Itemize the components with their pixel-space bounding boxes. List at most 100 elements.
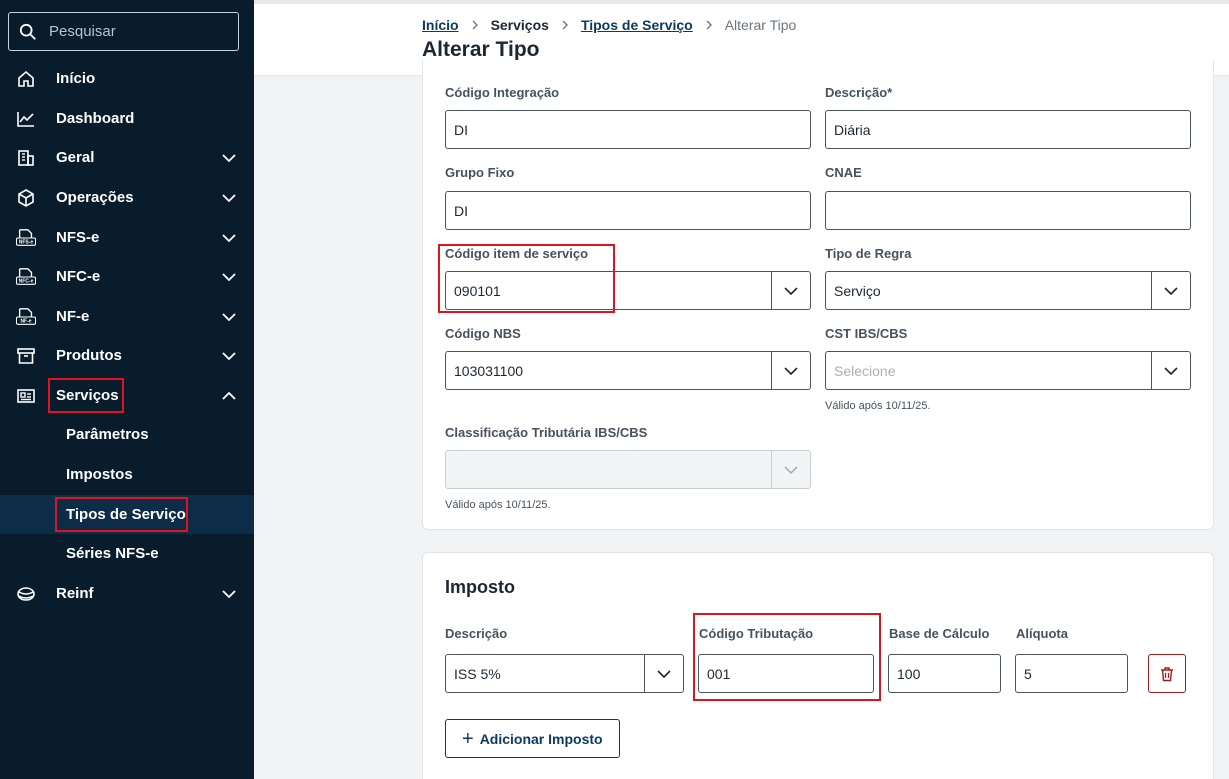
sidebar-subitem-label: Impostos (66, 466, 133, 483)
nfe-icon-text: NF-e (20, 318, 31, 324)
sidebar-item-dashboard[interactable]: Dashboard (0, 99, 254, 138)
chevron-down-icon[interactable] (1151, 272, 1190, 309)
breadcrumb-services: Serviços (490, 17, 549, 33)
chevron-down-icon (222, 153, 236, 162)
nfce-icon-text: NFC-e (19, 278, 34, 284)
chevron-right-icon (703, 19, 715, 31)
coins-icon (16, 584, 36, 604)
chevron-down-icon[interactable] (771, 352, 810, 389)
codigo-item-label: Código item de serviço (445, 246, 589, 261)
breadcrumb: Início Serviços Tipos de Serviço Alterar… (422, 17, 796, 33)
imposto-descricao-select[interactable]: ISS 5% (445, 654, 684, 693)
chevron-up-icon (222, 391, 236, 400)
building-icon (16, 148, 36, 168)
chevron-down-icon (222, 233, 236, 242)
chevron-right-icon (559, 19, 571, 31)
sidebar-item-label: Reinf (56, 585, 94, 602)
codigo-integracao-label: Código Integração (445, 85, 560, 100)
sidebar-item-nfse[interactable]: NFS-e NFS-e (0, 218, 254, 257)
cnae-input[interactable] (825, 191, 1191, 230)
sidebar-subitem-series-nfse[interactable]: Séries NFS-e (0, 534, 254, 573)
sidebar-item-reinf[interactable]: Reinf (0, 574, 254, 613)
breadcrumb-current: Alterar Tipo (724, 17, 797, 33)
sidebar-subitem-label: Tipos de Serviço (66, 506, 186, 523)
nfse-icon-text: NFS-e (19, 239, 34, 245)
sidebar-subitem-impostos[interactable]: Impostos (0, 455, 254, 494)
codigo-tributacao-input[interactable]: 001 (698, 654, 874, 693)
chevron-down-icon (222, 193, 236, 202)
codigo-integracao-input[interactable]: DI (445, 110, 811, 149)
chevron-down-icon (771, 451, 810, 488)
breadcrumb-home-link[interactable]: Início (422, 17, 459, 33)
sidebar-item-label: NFS-e (56, 229, 100, 246)
archive-icon (16, 346, 36, 366)
nfe-document-icon: NF-e (16, 307, 36, 327)
add-imposto-button[interactable]: + Adicionar Imposto (445, 719, 620, 758)
sidebar-item-nfe[interactable]: NF-e NF-e (0, 297, 254, 336)
descricao-label: Descrição* (825, 85, 893, 100)
codigo-nbs-select[interactable]: 103031100 (445, 351, 811, 390)
sidebar-item-label: Serviços (56, 387, 119, 404)
cst-label: CST IBS/CBS (825, 326, 908, 341)
codigo-integracao-value: DI (454, 121, 468, 138)
nfce-document-icon: NFC-e (16, 267, 36, 287)
chevron-down-icon (222, 272, 236, 281)
box-icon (16, 188, 36, 208)
chevron-down-icon[interactable] (644, 655, 683, 692)
sidebar-item-nfce[interactable]: NFC-e NFC-e (0, 257, 254, 296)
classificacao-select[interactable] (445, 450, 811, 489)
base-calculo-input[interactable]: 100 (888, 654, 1001, 693)
grupo-fixo-label: Grupo Fixo (445, 165, 515, 180)
grupo-fixo-input[interactable]: DI (445, 191, 811, 230)
sidebar-item-inicio[interactable]: Início (0, 59, 254, 98)
sidebar-item-label: NF-e (56, 308, 90, 325)
sidebar-item-label: NFC-e (56, 268, 101, 285)
cst-select[interactable]: Selecione (825, 351, 1191, 390)
cnae-label: CNAE (825, 165, 862, 180)
sidebar-item-label: Produtos (56, 347, 122, 364)
sidebar-subitem-label: Séries NFS-e (66, 545, 159, 562)
codigo-nbs-value: 103031100 (454, 362, 524, 379)
add-imposto-label: Adicionar Imposto (479, 730, 603, 747)
imposto-title: Imposto (445, 577, 515, 597)
codigo-item-select[interactable]: 090101 (445, 271, 811, 310)
plus-icon: + (462, 727, 474, 750)
sidebar-item-label: Operações (56, 189, 134, 206)
base-calculo-label: Base de Cálculo (889, 626, 990, 641)
search-box[interactable] (8, 12, 239, 51)
chart-line-icon (16, 109, 36, 129)
chevron-down-icon[interactable] (771, 272, 810, 309)
chevron-right-icon (469, 19, 481, 31)
nfse-document-icon: NFS-e (16, 228, 36, 248)
cst-placeholder: Selecione (834, 362, 896, 379)
aliquota-value: 5 (1024, 665, 1032, 682)
sidebar-item-operacoes[interactable]: Operações (0, 178, 254, 217)
imposto-descricao-value: ISS 5% (454, 665, 501, 682)
sidebar-item-label: Início (56, 70, 96, 87)
sidebar-item-produtos[interactable]: Produtos (0, 336, 254, 375)
classificacao-hint: Válido após 10/11/25. (445, 499, 551, 511)
tipo-regra-select[interactable]: Serviço (825, 271, 1191, 310)
page-title: Alterar Tipo (422, 38, 540, 61)
search-input[interactable] (49, 23, 219, 40)
breadcrumb-types-link[interactable]: Tipos de Serviço (581, 17, 693, 33)
aliquota-input[interactable]: 5 (1015, 654, 1128, 693)
chevron-down-icon (222, 351, 236, 360)
delete-imposto-button[interactable] (1148, 654, 1186, 693)
imposto-descricao-label: Descrição (445, 626, 508, 641)
descricao-value: Diária (834, 121, 871, 138)
tipo-regra-label: Tipo de Regra (825, 246, 912, 261)
id-card-icon (16, 386, 36, 406)
home-icon (16, 69, 36, 89)
sidebar-item-geral[interactable]: Geral (0, 138, 254, 177)
grupo-fixo-value: DI (454, 202, 468, 219)
sidebar-item-servicos[interactable]: Serviços (0, 376, 254, 415)
chevron-down-icon[interactable] (1151, 352, 1190, 389)
descricao-input[interactable]: Diária (825, 110, 1191, 149)
sidebar-subitem-parametros[interactable]: Parâmetros (0, 415, 254, 454)
sidebar-subitem-tipos-de-servico[interactable]: Tipos de Serviço (0, 495, 254, 534)
codigo-nbs-label: Código NBS (445, 326, 521, 341)
chevron-down-icon (222, 589, 236, 598)
sidebar-item-label: Geral (56, 149, 95, 166)
classificacao-label: Classificação Tributária IBS/CBS (445, 425, 648, 440)
